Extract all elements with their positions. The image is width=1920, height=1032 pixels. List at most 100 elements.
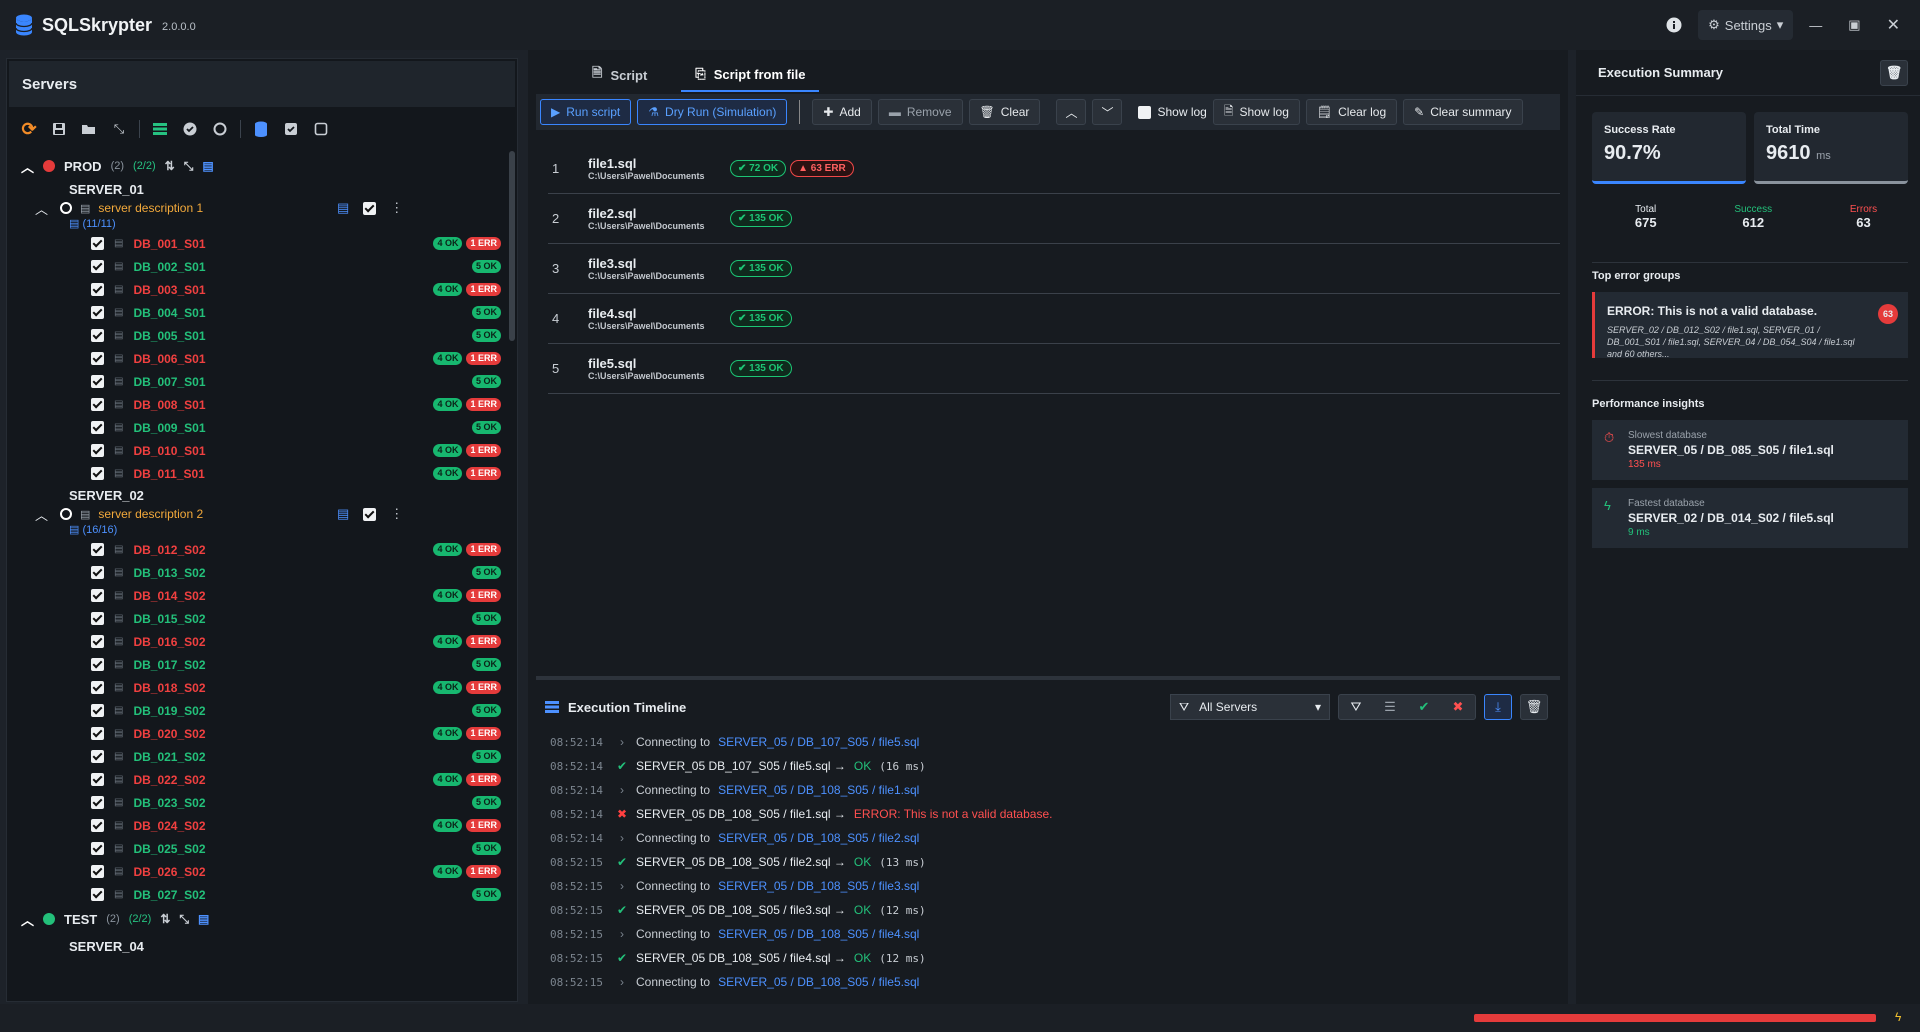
database-checkbox[interactable] [91, 819, 104, 832]
select-all-db-button[interactable] [281, 119, 301, 139]
database-checkbox[interactable] [91, 306, 104, 319]
database-row[interactable]: ▤ DB_007_S01 5 OK [7, 370, 507, 393]
radio-icon[interactable] [60, 508, 73, 520]
database-checkbox[interactable] [91, 329, 104, 342]
filter-all-button[interactable]: ⛛ [1339, 695, 1373, 719]
database-row[interactable]: ▤ DB_023_S02 5 OK [7, 791, 507, 814]
chevron-up-icon[interactable]: ︿ [21, 910, 34, 929]
database-row[interactable]: ▤ DB_014_S02 4 OK 1 ERR [7, 584, 507, 607]
database-row[interactable]: ▤ DB_008_S01 4 OK 1 ERR [7, 393, 507, 416]
database-row[interactable]: ▤ DB_024_S02 4 OK 1 ERR [7, 814, 507, 837]
database-checkbox[interactable] [91, 352, 104, 365]
close-button[interactable]: ✕ [1877, 10, 1910, 40]
minimize-button[interactable]: — [1799, 10, 1832, 40]
server-checkbox[interactable] [363, 201, 377, 215]
collapse-button[interactable]: ⤡ [109, 119, 129, 139]
database-row[interactable]: ▤ DB_009_S01 5 OK [7, 416, 507, 439]
database-row[interactable]: ▤ DB_016_S02 4 OK 1 ERR [7, 630, 507, 653]
remove-button[interactable]: ▬ Remove [877, 99, 963, 125]
log-target-link[interactable]: SERVER_05 / DB_108_S05 / file3.sql [718, 879, 919, 893]
databases-button[interactable] [251, 119, 271, 139]
settings-button[interactable]: ⚙ Settings ▾ [1698, 10, 1794, 40]
database-row[interactable]: ▤ DB_010_S01 4 OK 1 ERR [7, 439, 507, 462]
add-button[interactable]: ✚ Add [812, 99, 872, 125]
database-checkbox[interactable] [91, 444, 104, 457]
checkbox-box[interactable] [1138, 105, 1152, 119]
database-row[interactable]: ▤ DB_006_S01 4 OK 1 ERR [7, 347, 507, 370]
sort-icon[interactable]: ⇅ [165, 159, 175, 173]
more-vertical-icon[interactable]: ⋮ [390, 506, 403, 522]
splitter[interactable] [536, 676, 1560, 680]
database-row[interactable]: ▤ DB_018_S02 4 OK 1 ERR [7, 676, 507, 699]
chevron-up-icon[interactable]: ︿ [35, 505, 48, 524]
database-row[interactable]: ▤ DB_001_S01 4 OK 1 ERR [7, 232, 507, 255]
log-target-link[interactable]: SERVER_05 / DB_108_S05 / file4.sql [718, 927, 919, 941]
filter-error-button[interactable]: ✖ [1441, 695, 1475, 719]
deselect-all-db-button[interactable] [311, 119, 331, 139]
clear-summary-icon-button[interactable]: 🗑 [1880, 60, 1908, 86]
move-down-button[interactable]: ﹀ [1092, 99, 1123, 125]
database-checkbox[interactable] [91, 283, 104, 296]
tab-script[interactable]: 🗎 Script [578, 58, 661, 92]
clear-summary-button[interactable]: ✎ Clear summary [1403, 99, 1523, 125]
file-row[interactable]: 5 file5.sql C:\Users\Pawel\Documents ✔ 135 … [548, 344, 1560, 394]
tab-script-from-file[interactable]: ⎘ Script from file [681, 58, 820, 92]
database-icon[interactable]: ▤ [198, 912, 209, 926]
database-row[interactable]: ▤ DB_005_S01 5 OK [7, 324, 507, 347]
server-list-button[interactable] [150, 119, 170, 139]
show-log-button[interactable]: 🗎 Show log [1212, 99, 1300, 125]
clear-button[interactable]: 🗑 Clear [968, 99, 1041, 125]
database-checkbox[interactable] [91, 635, 104, 648]
database-icon[interactable]: ▤ [337, 506, 349, 522]
radio-icon[interactable] [60, 202, 73, 214]
database-checkbox[interactable] [91, 750, 104, 763]
file-row[interactable]: 1 file1.sql C:\Users\Pawel\Documents ✔ 72 O… [548, 144, 1560, 194]
compress-icon[interactable]: ⤡ [179, 912, 189, 927]
log-target-link[interactable]: SERVER_05 / DB_107_S05 / file5.sql [718, 735, 919, 749]
database-checkbox[interactable] [91, 842, 104, 855]
refresh-button[interactable]: ⟳ [19, 119, 39, 139]
database-row[interactable]: ▤ DB_021_S02 5 OK [7, 745, 507, 768]
clear-log-button[interactable]: 🗒 Clear log [1305, 99, 1398, 125]
sort-icon[interactable]: ⇅ [160, 912, 170, 926]
environment-row[interactable]: ︿ PROD (2) (2/2) ⇅ ⤡ ▤ [7, 153, 507, 179]
database-row[interactable]: ▤ DB_019_S02 5 OK [7, 699, 507, 722]
database-checkbox[interactable] [91, 704, 104, 717]
server-row[interactable]: ︿ ▤ server description 1 ▤ ⋮ [7, 199, 507, 217]
server-filter-select[interactable]: ⛛ All Servers ▾ [1170, 694, 1330, 720]
database-row[interactable]: ▤ DB_004_S01 5 OK [7, 301, 507, 324]
database-row[interactable]: ▤ DB_012_S02 4 OK 1 ERR [7, 538, 507, 561]
database-row[interactable]: ▤ DB_027_S02 5 OK [7, 883, 507, 906]
chevron-up-icon[interactable]: ︿ [35, 199, 48, 218]
maximize-button[interactable]: ▣ [1838, 10, 1870, 40]
file-row[interactable]: 3 file3.sql C:\Users\Pawel\Documents ✔ 135 … [548, 244, 1560, 294]
database-checkbox[interactable] [91, 398, 104, 411]
database-checkbox[interactable] [91, 658, 104, 671]
file-row[interactable]: 4 file4.sql C:\Users\Pawel\Documents ✔ 135 … [548, 294, 1560, 344]
run-script-button[interactable]: ▶ Run script [540, 99, 632, 125]
tree-scrollbar[interactable] [509, 151, 515, 341]
database-icon[interactable]: ▤ [337, 200, 349, 216]
error-group-card[interactable]: ERROR: This is not a valid database. SER… [1592, 292, 1908, 359]
clear-timeline-button[interactable]: 🗑 [1520, 694, 1548, 720]
environment-row[interactable]: ︿ TEST (2) (2/2) ⇅ ⤡ ▤ [7, 906, 507, 932]
database-row[interactable]: ▤ DB_020_S02 4 OK 1 ERR [7, 722, 507, 745]
database-checkbox[interactable] [91, 566, 104, 579]
database-checkbox[interactable] [91, 773, 104, 786]
info-button[interactable] [1656, 10, 1692, 40]
database-checkbox[interactable] [91, 421, 104, 434]
check-all-button[interactable] [180, 119, 200, 139]
server-row[interactable]: ︿ ▤ server description 2 ▤ ⋮ [7, 505, 507, 523]
database-checkbox[interactable] [91, 260, 104, 273]
database-checkbox[interactable] [91, 589, 104, 602]
database-row[interactable]: ▤ DB_003_S01 4 OK 1 ERR [7, 278, 507, 301]
autoscroll-button[interactable]: ⤓ [1484, 694, 1512, 720]
filter-list-button[interactable]: ☰ [1373, 695, 1407, 719]
database-checkbox[interactable] [91, 681, 104, 694]
database-checkbox[interactable] [91, 727, 104, 740]
database-row[interactable]: ▤ DB_011_S01 4 OK 1 ERR [7, 462, 507, 485]
database-checkbox[interactable] [91, 237, 104, 250]
log-target-link[interactable]: SERVER_05 / DB_108_S05 / file2.sql [718, 831, 919, 845]
filter-success-button[interactable]: ✔ [1407, 695, 1441, 719]
server-checkbox[interactable] [363, 507, 377, 521]
